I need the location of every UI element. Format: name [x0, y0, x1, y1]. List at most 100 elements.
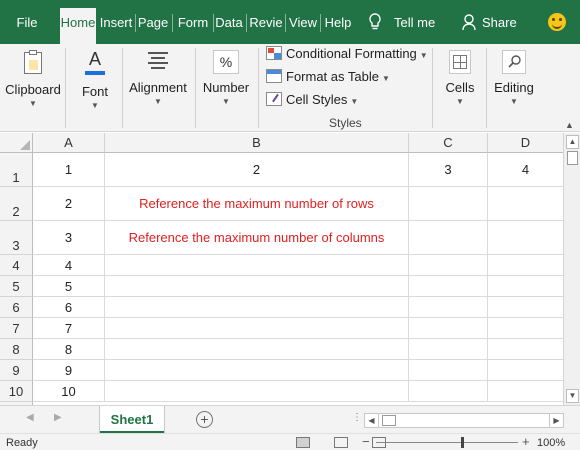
- tab-insert[interactable]: Insert: [98, 8, 134, 38]
- font-button[interactable]: A Font ▼: [72, 44, 118, 110]
- cell-b8[interactable]: [105, 339, 409, 360]
- cell-c6[interactable]: [409, 297, 488, 318]
- more-options-icon[interactable]: ⋮: [352, 412, 362, 423]
- cell-a6[interactable]: 6: [33, 297, 105, 318]
- zoom-in-icon[interactable]: +: [522, 434, 530, 449]
- cell-d6[interactable]: [488, 297, 564, 318]
- conditional-formatting-button[interactable]: Conditional Formatting ▼: [266, 44, 428, 64]
- tab-page[interactable]: Page: [136, 8, 170, 38]
- cell-a7[interactable]: 7: [33, 318, 105, 339]
- collapse-ribbon-icon[interactable]: ▲: [565, 120, 574, 130]
- tab-help[interactable]: Help: [322, 8, 354, 38]
- zoom-percentage[interactable]: 100%: [537, 437, 565, 449]
- cell-d1[interactable]: 4: [488, 153, 564, 187]
- row-header-9[interactable]: 9: [0, 360, 33, 381]
- row-header-7[interactable]: 7: [0, 318, 33, 339]
- cell-styles-button[interactable]: Cell Styles ▼: [266, 90, 358, 110]
- scroll-up-icon[interactable]: ▲: [566, 135, 579, 149]
- horizontal-scrollbar[interactable]: ◀ ▶: [364, 413, 564, 428]
- cell-b4[interactable]: [105, 255, 409, 276]
- row-header-8[interactable]: 8: [0, 339, 33, 360]
- cell-a10[interactable]: 10: [33, 381, 105, 402]
- vertical-scroll-thumb[interactable]: [567, 151, 578, 165]
- row-header-4[interactable]: 4: [0, 255, 33, 276]
- chevron-down-icon: ▼: [419, 51, 428, 60]
- column-header-c[interactable]: C: [409, 133, 488, 153]
- cell-c10[interactable]: [409, 381, 488, 402]
- tab-form[interactable]: Form: [174, 8, 212, 38]
- cell-d10[interactable]: [488, 381, 564, 402]
- row-header-1[interactable]: 1: [0, 153, 33, 187]
- format-as-table-button[interactable]: Format as Table ▼: [266, 67, 390, 87]
- normal-view-icon[interactable]: [296, 437, 310, 448]
- cell-a5[interactable]: 5: [33, 276, 105, 297]
- cell-c7[interactable]: [409, 318, 488, 339]
- tab-data[interactable]: Data: [214, 8, 244, 38]
- cell-b6[interactable]: [105, 297, 409, 318]
- tab-review[interactable]: Revie: [248, 8, 284, 38]
- cell-a4[interactable]: 4: [33, 255, 105, 276]
- cell-c5[interactable]: [409, 276, 488, 297]
- cell-b10[interactable]: [105, 381, 409, 402]
- column-header-a[interactable]: A: [33, 133, 105, 153]
- zoom-slider[interactable]: [376, 437, 518, 448]
- cell-a9[interactable]: 9: [33, 360, 105, 381]
- share-button[interactable]: Share: [482, 8, 517, 38]
- cell-b2[interactable]: Reference the maximum number of rows: [105, 187, 409, 221]
- row-header-2[interactable]: 2: [0, 187, 33, 221]
- cell-d7[interactable]: [488, 318, 564, 339]
- sheet-nav-right-icon[interactable]: ▶: [54, 412, 62, 423]
- select-all-corner[interactable]: [0, 133, 33, 153]
- cell-d3[interactable]: [488, 221, 564, 255]
- cells-button[interactable]: Cells ▼: [438, 44, 482, 106]
- cell-b9[interactable]: [105, 360, 409, 381]
- cell-c2[interactable]: [409, 187, 488, 221]
- cell-d5[interactable]: [488, 276, 564, 297]
- page-layout-view-icon[interactable]: [334, 437, 348, 448]
- cell-b5[interactable]: [105, 276, 409, 297]
- zoom-out-icon[interactable]: −: [362, 434, 370, 449]
- horizontal-scroll-thumb[interactable]: [382, 415, 396, 426]
- tab-view[interactable]: View: [287, 8, 319, 38]
- cell-d4[interactable]: [488, 255, 564, 276]
- column-header-d[interactable]: D: [488, 133, 564, 153]
- cell-a1[interactable]: 1: [33, 153, 105, 187]
- tell-me-search[interactable]: Tell me: [394, 8, 435, 38]
- editing-button[interactable]: Editing ▼: [490, 44, 538, 106]
- sheet-nav-left-icon[interactable]: ◀: [26, 412, 34, 423]
- cell-c3[interactable]: [409, 221, 488, 255]
- cell-c8[interactable]: [409, 339, 488, 360]
- cell-d2[interactable]: [488, 187, 564, 221]
- cell-c9[interactable]: [409, 360, 488, 381]
- alignment-button[interactable]: Alignment ▼: [126, 44, 190, 106]
- cell-c4[interactable]: [409, 255, 488, 276]
- scroll-down-icon[interactable]: ▼: [566, 389, 579, 403]
- share-person-icon[interactable]: [462, 13, 478, 34]
- cell-d9[interactable]: [488, 360, 564, 381]
- tab-home[interactable]: Home: [60, 8, 96, 44]
- cell-d8[interactable]: [488, 339, 564, 360]
- cell-b1[interactable]: 2: [105, 153, 409, 187]
- row-header-5[interactable]: 5: [0, 276, 33, 297]
- clipboard-button[interactable]: Clipboard ▼: [4, 44, 62, 108]
- smiley-feedback-icon[interactable]: [548, 13, 566, 31]
- scroll-left-icon[interactable]: ◀: [365, 414, 379, 427]
- chevron-down-icon: ▼: [456, 97, 464, 106]
- tab-file[interactable]: File: [6, 8, 48, 38]
- add-sheet-icon[interactable]: +: [196, 411, 213, 428]
- zoom-slider-knob[interactable]: [461, 437, 464, 448]
- scroll-right-icon[interactable]: ▶: [549, 414, 563, 427]
- cell-a8[interactable]: 8: [33, 339, 105, 360]
- row-header-3[interactable]: 3: [0, 221, 33, 255]
- cell-a2[interactable]: 2: [33, 187, 105, 221]
- cell-b7[interactable]: [105, 318, 409, 339]
- cell-a3[interactable]: 3: [33, 221, 105, 255]
- vertical-scrollbar[interactable]: ▲ ▼: [563, 133, 580, 405]
- sheet-tab-sheet1[interactable]: Sheet1: [100, 406, 164, 434]
- column-header-b[interactable]: B: [105, 133, 409, 153]
- row-header-10[interactable]: 10: [0, 381, 33, 402]
- cell-c1[interactable]: 3: [409, 153, 488, 187]
- row-header-6[interactable]: 6: [0, 297, 33, 318]
- number-button[interactable]: % Number ▼: [200, 44, 252, 106]
- cell-b3[interactable]: Reference the maximum number of columns: [105, 221, 409, 255]
